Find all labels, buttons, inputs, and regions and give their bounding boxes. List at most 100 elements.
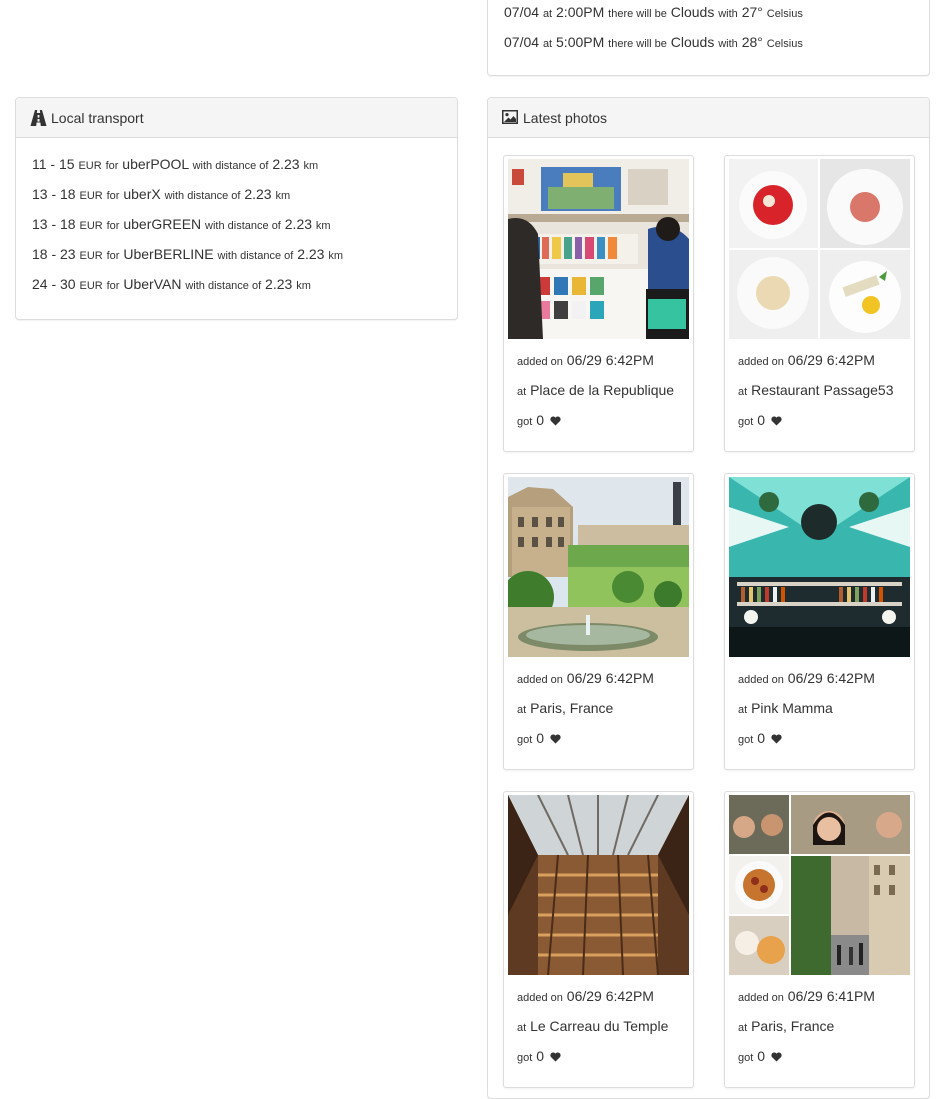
photo-location: at Place de la Republique (517, 382, 674, 398)
photo-added: added on 06/29 6:42PM (738, 352, 875, 368)
photo-date: 06/29 6:42PM (566, 670, 654, 686)
added-label: added on (738, 674, 784, 686)
product-name: uberGREEN (123, 216, 202, 232)
weather-date: 07/04 (504, 4, 540, 20)
weather-unit: Celsius (766, 8, 803, 20)
price-range: 13 - 18 (32, 216, 76, 232)
photo-date: 06/29 6:42PM (566, 988, 654, 1004)
added-label: added on (517, 356, 563, 368)
for-label: for (106, 190, 120, 202)
latest-photos-title: Latest photos (523, 109, 608, 126)
added-label: added on (738, 356, 784, 368)
currency: EUR (79, 190, 103, 202)
weather-at: at (542, 38, 553, 50)
photo-card[interactable]: added on 06/29 6:42PM at Pink Mamma got … (724, 473, 915, 770)
heart-icon[interactable] (550, 416, 561, 426)
photo-glass-roof[interactable] (508, 795, 689, 975)
weather-time: 2:00PM (556, 4, 605, 20)
got-label: got (738, 734, 754, 746)
product-name: UberBERLINE (123, 246, 214, 262)
added-label: added on (517, 992, 563, 1004)
photo-added: added on 06/29 6:42PM (517, 988, 654, 1004)
heart-icon[interactable] (550, 1052, 561, 1062)
photo-likes: got 0 (517, 412, 561, 428)
road-icon (30, 109, 48, 126)
photo-card[interactable]: added on 06/29 6:42PM at Paris, France g… (503, 473, 694, 770)
transport-row: 13 - 18 EUR for uberGREEN with distance … (32, 216, 331, 232)
price-range: 13 - 18 (32, 186, 76, 202)
distance-unit: km (328, 250, 344, 262)
heart-icon[interactable] (550, 734, 561, 744)
photo-place[interactable]: Place de la Republique (530, 382, 674, 398)
weather-temp: 28° (741, 34, 763, 50)
photo-likes: got 0 (738, 412, 782, 428)
photo-paris-collage[interactable] (729, 795, 910, 975)
for-label: for (106, 250, 120, 262)
weather-date: 07/04 (504, 34, 540, 50)
weather-temp: 27° (741, 4, 763, 20)
photo-likes: got 0 (517, 1048, 561, 1064)
photo-likes: got 0 (738, 730, 782, 746)
picture-icon (502, 109, 520, 126)
like-count: 0 (536, 730, 544, 746)
distance-value: 2.23 (272, 156, 300, 172)
latest-photos-panel: Latest photos added on 06/29 6:42PM at P… (487, 97, 930, 1099)
photo-card[interactable]: added on 06/29 6:42PM at Restaurant Pass… (724, 155, 915, 452)
heart-icon[interactable] (771, 1052, 782, 1062)
transport-row: 13 - 18 EUR for uberX with distance of 2… (32, 186, 290, 202)
local-transport-heading: Local transport (16, 98, 457, 138)
at-label: at (517, 1022, 527, 1034)
at-label: at (517, 704, 527, 716)
weather-with: with (718, 8, 738, 20)
transport-row: 11 - 15 EUR for uberPOOL with distance o… (32, 156, 318, 172)
distance-label: with distance of (205, 220, 281, 232)
photo-place[interactable]: Le Carreau du Temple (530, 1018, 668, 1034)
distance-unit: km (296, 280, 311, 292)
photo-bookshop[interactable] (508, 159, 689, 339)
weather-row: 07/04 at 5:00PM there will be Clouds wit… (504, 34, 803, 50)
distance-unit: km (315, 220, 331, 232)
weather-condition: Clouds (670, 34, 715, 50)
product-name: uberPOOL (122, 156, 189, 172)
photo-place[interactable]: Paris, France (751, 1018, 834, 1034)
heart-icon[interactable] (771, 416, 782, 426)
for-label: for (106, 220, 120, 232)
transport-row: 24 - 30 EUR for UberVAN with distance of… (32, 276, 311, 292)
local-transport-title: Local transport (51, 109, 144, 126)
photo-location: at Paris, France (517, 700, 613, 716)
photo-added: added on 06/29 6:42PM (517, 670, 654, 686)
price-range: 24 - 30 (32, 276, 76, 292)
like-count: 0 (536, 412, 544, 428)
latest-photos-heading: Latest photos (488, 98, 929, 138)
photo-card[interactable]: added on 06/29 6:41PM at Paris, France g… (724, 791, 915, 1088)
like-count: 0 (536, 1048, 544, 1064)
heart-icon[interactable] (771, 734, 782, 744)
distance-value: 2.23 (244, 186, 272, 202)
photo-added: added on 06/29 6:41PM (738, 988, 875, 1004)
distance-value: 2.23 (284, 216, 313, 232)
photo-date: 06/29 6:42PM (787, 352, 875, 368)
photo-card[interactable]: added on 06/29 6:42PM at Le Carreau du T… (503, 791, 694, 1088)
photo-likes: got 0 (517, 730, 561, 746)
weather-condition: Clouds (670, 4, 715, 20)
at-label: at (517, 386, 527, 398)
photo-tuileries-garden[interactable] (508, 477, 689, 657)
photo-place[interactable]: Pink Mamma (751, 700, 833, 716)
product-name: UberVAN (123, 276, 182, 292)
photo-place[interactable]: Restaurant Passage53 (751, 382, 893, 398)
photo-bar-interior[interactable] (729, 477, 910, 657)
for-label: for (105, 160, 119, 172)
photo-location: at Restaurant Passage53 (738, 382, 894, 398)
got-label: got (517, 734, 533, 746)
distance-value: 2.23 (265, 276, 293, 292)
photo-card[interactable]: added on 06/29 6:42PM at Place de la Rep… (503, 155, 694, 452)
weather-panel: 07/04 at 2:00PM there will be Clouds wit… (487, 0, 930, 76)
for-label: for (106, 280, 120, 292)
distance-label: with distance of (192, 160, 269, 172)
photo-location: at Le Carreau du Temple (517, 1018, 668, 1034)
weather-will-be: there will be (608, 8, 667, 20)
photo-place[interactable]: Paris, France (530, 700, 613, 716)
photo-dishes-collage[interactable] (729, 159, 910, 339)
distance-label: with distance of (185, 280, 262, 292)
price-range: 11 - 15 (32, 156, 75, 172)
